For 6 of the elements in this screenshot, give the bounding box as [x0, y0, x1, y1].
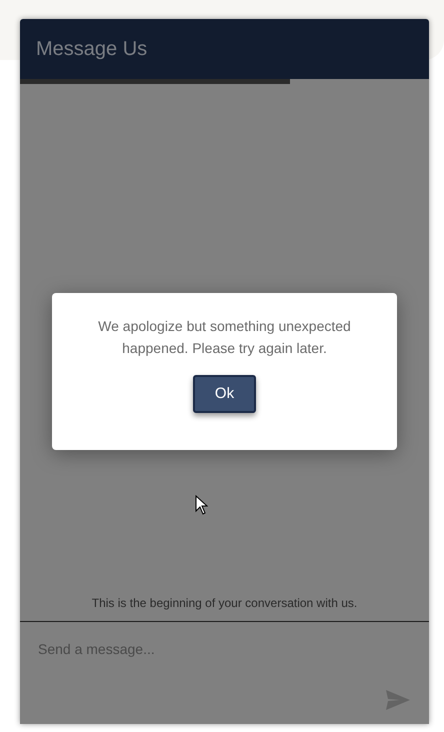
- window-title: Message Us: [36, 37, 148, 62]
- conversation-notice: This is the beginning of your conversation with us.: [92, 596, 358, 610]
- send-icon[interactable]: [386, 690, 410, 710]
- cursor-icon: [195, 495, 208, 515]
- ok-button[interactable]: Ok: [193, 375, 256, 413]
- error-message: We apologize but something unexpected happened. Please try again later.: [97, 317, 352, 358]
